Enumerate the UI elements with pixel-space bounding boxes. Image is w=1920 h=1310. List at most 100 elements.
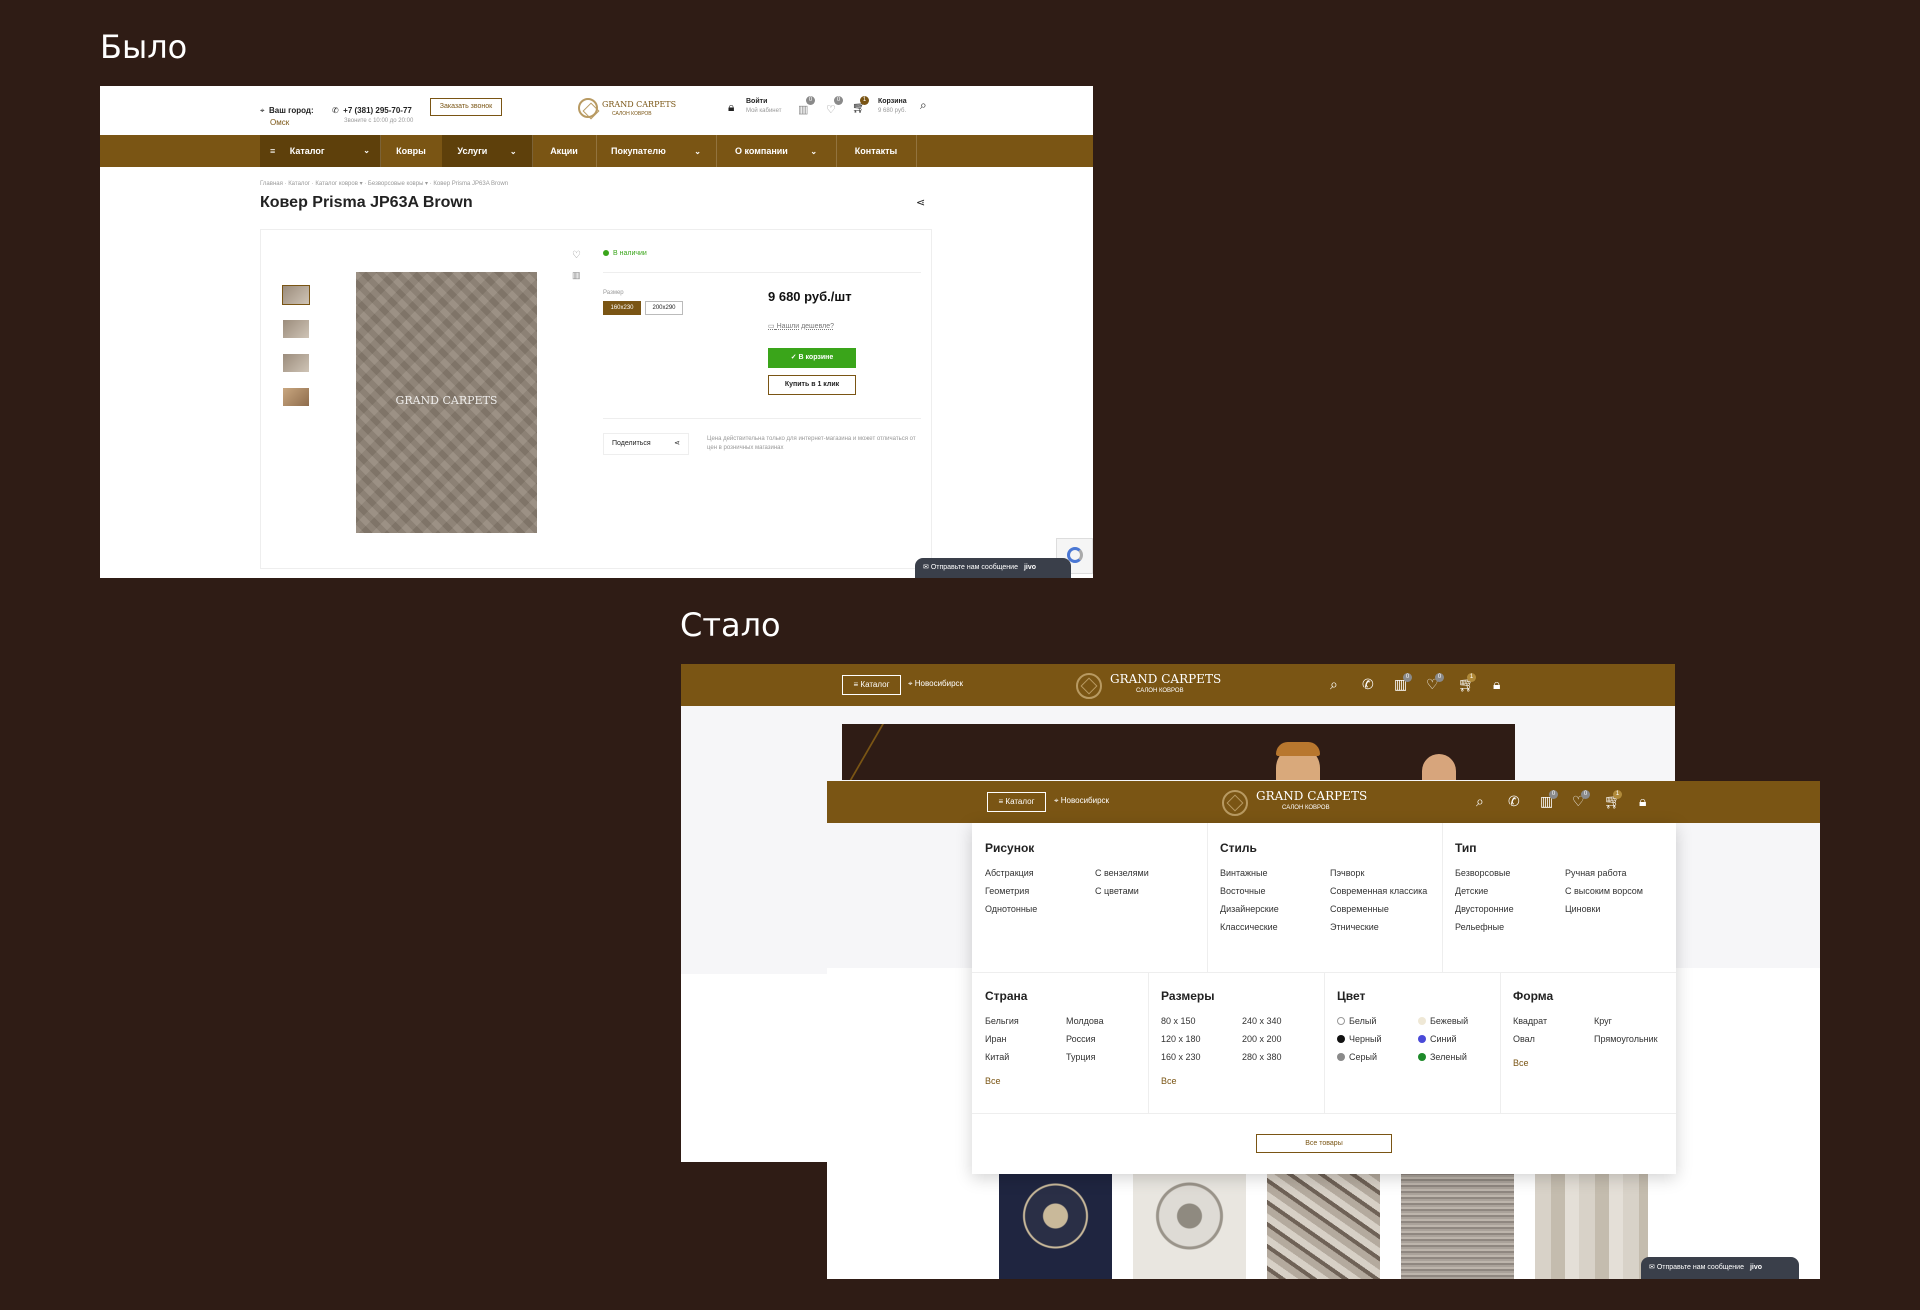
menu-link[interactable]: Квадрат bbox=[1513, 1016, 1547, 1026]
menu-link[interactable]: Циновки bbox=[1565, 904, 1600, 914]
menu-link[interactable]: С вензелями bbox=[1095, 868, 1149, 878]
nav-contacts[interactable]: Контакты bbox=[836, 135, 917, 167]
compare-icon[interactable]: ▥ bbox=[572, 270, 581, 281]
menu-link[interactable]: Пэчворк bbox=[1330, 868, 1364, 878]
menu-all-link[interactable]: Все bbox=[985, 1076, 1001, 1086]
menu-link[interactable]: Винтажные bbox=[1220, 868, 1268, 878]
breadcrumb-item[interactable]: Каталог bbox=[288, 181, 310, 187]
compare-icon[interactable]: ▥ 0 bbox=[1540, 790, 1558, 810]
menu-link[interactable]: Круг bbox=[1594, 1016, 1612, 1026]
menu-link[interactable]: Двусторонние bbox=[1455, 904, 1514, 914]
share-icon[interactable]: ⋖ bbox=[916, 196, 925, 209]
menu-link[interactable]: Однотонные bbox=[985, 904, 1037, 914]
menu-link[interactable]: Дизайнерские bbox=[1220, 904, 1279, 914]
back-catalog-button[interactable]: ≡ Каталог bbox=[842, 675, 901, 695]
menu-link[interactable]: Геометрия bbox=[985, 886, 1029, 896]
product-card[interactable] bbox=[1535, 1174, 1648, 1279]
phone-icon[interactable]: ✆ bbox=[1508, 793, 1520, 810]
color-option[interactable]: Зеленый bbox=[1418, 1052, 1467, 1062]
menu-link[interactable]: 80 х 150 bbox=[1161, 1016, 1196, 1026]
menu-link[interactable]: 160 х 230 bbox=[1161, 1052, 1201, 1062]
menu-link[interactable]: С цветами bbox=[1095, 886, 1139, 896]
menu-link[interactable]: Безворсовые bbox=[1455, 868, 1510, 878]
nav-about[interactable]: О компании ⌄ bbox=[716, 135, 837, 167]
all-products-button[interactable]: Все товары bbox=[1256, 1134, 1392, 1153]
color-option[interactable]: Синий bbox=[1418, 1034, 1457, 1044]
search-icon[interactable]: ⌕ bbox=[1330, 676, 1338, 693]
menu-link[interactable]: 120 х 180 bbox=[1161, 1034, 1201, 1044]
catalog-button[interactable]: ≡ Каталог bbox=[987, 792, 1046, 812]
menu-link[interactable]: Восточные bbox=[1220, 886, 1265, 896]
old-phone-block[interactable]: ✆ +7 (381) 295-70-77 Звоните с 10:00 до … bbox=[332, 100, 413, 124]
menu-link[interactable]: Овал bbox=[1513, 1034, 1535, 1044]
product-card[interactable] bbox=[1401, 1174, 1514, 1279]
old-compare[interactable]: ▥ 0 bbox=[798, 96, 815, 116]
heart-icon[interactable]: ♡ 0 bbox=[1572, 790, 1590, 810]
menu-all-link[interactable]: Все bbox=[1161, 1076, 1177, 1086]
phone-icon[interactable]: ✆ bbox=[1362, 676, 1374, 693]
chat-widget[interactable]: ✉ Отправьте нам сообщение jivo bbox=[915, 558, 1071, 578]
share-button[interactable]: Поделиться ⋖ bbox=[603, 433, 689, 455]
size-option[interactable]: 200x290 bbox=[645, 301, 683, 315]
product-thumbnail[interactable] bbox=[283, 354, 309, 372]
lock-icon[interactable]: 🔒︎ bbox=[1493, 676, 1500, 693]
product-card[interactable] bbox=[1267, 1174, 1380, 1279]
menu-link[interactable]: Турция bbox=[1066, 1052, 1095, 1062]
nav-carpets[interactable]: Ковры bbox=[380, 135, 443, 167]
cart-icon[interactable]: 🛒︎ 1 bbox=[1604, 790, 1622, 810]
menu-link[interactable]: Иран bbox=[985, 1034, 1006, 1044]
one-click-button[interactable]: Купить в 1 клик bbox=[768, 375, 856, 395]
search-icon[interactable]: ⌕ bbox=[920, 98, 927, 113]
menu-link[interactable]: 200 х 200 bbox=[1242, 1034, 1282, 1044]
cart-icon[interactable]: 🛒︎ 1 bbox=[1458, 673, 1476, 693]
product-card[interactable] bbox=[999, 1174, 1112, 1279]
menu-link[interactable]: Абстракция bbox=[985, 868, 1034, 878]
menu-link[interactable]: Современные bbox=[1330, 904, 1389, 914]
nav-sales[interactable]: Акции bbox=[532, 135, 597, 167]
lock-icon[interactable]: 🔒︎ bbox=[1639, 793, 1646, 810]
in-cart-button[interactable]: ✓ В корзине bbox=[768, 348, 856, 368]
color-option[interactable]: Серый bbox=[1337, 1052, 1377, 1062]
color-option[interactable]: Белый bbox=[1337, 1016, 1376, 1026]
menu-link[interactable]: Китай bbox=[985, 1052, 1009, 1062]
product-image[interactable]: GRAND CARPETS bbox=[356, 272, 537, 533]
menu-link[interactable]: Прямоугольник bbox=[1594, 1034, 1658, 1044]
hero-banner[interactable] bbox=[809, 724, 1515, 780]
menu-link[interactable]: Рельефные bbox=[1455, 922, 1504, 932]
old-cart[interactable]: 🛒︎ 1 Корзина 9 680 руб. bbox=[852, 96, 907, 116]
size-option-selected[interactable]: 160x230 bbox=[603, 301, 641, 315]
old-city-block[interactable]: ⌖ Ваш город: Омск bbox=[260, 100, 314, 127]
product-thumbnail[interactable] bbox=[283, 320, 309, 338]
search-icon[interactable]: ⌕ bbox=[1476, 793, 1484, 810]
nav-services[interactable]: Услуги ⌄ bbox=[442, 135, 533, 167]
menu-link[interactable]: Молдова bbox=[1066, 1016, 1104, 1026]
menu-link[interactable]: 240 х 340 bbox=[1242, 1016, 1282, 1026]
menu-link[interactable]: Современная классика bbox=[1330, 886, 1427, 896]
breadcrumb-item[interactable]: Каталог ковров bbox=[315, 181, 358, 187]
cheaper-link[interactable]: ▭ Нашли дешевле? bbox=[768, 322, 834, 330]
breadcrumb-item[interactable]: Безворсовые ковры bbox=[368, 181, 423, 187]
breadcrumb-item[interactable]: Главная bbox=[260, 181, 283, 187]
chat-widget[interactable]: ✉ Отправьте нам сообщение jivo bbox=[1641, 1257, 1799, 1279]
menu-link[interactable]: Этнические bbox=[1330, 922, 1379, 932]
color-option[interactable]: Черный bbox=[1337, 1034, 1381, 1044]
menu-link[interactable]: Детские bbox=[1455, 886, 1488, 896]
menu-link[interactable]: Ручная работа bbox=[1565, 868, 1627, 878]
product-card[interactable] bbox=[1133, 1174, 1246, 1279]
product-thumbnail[interactable] bbox=[283, 388, 309, 406]
heart-icon[interactable]: ♡ 0 bbox=[1426, 673, 1444, 693]
city-selector[interactable]: ⌖ Новосибирск bbox=[1054, 796, 1109, 806]
callback-button[interactable]: Заказать звонок bbox=[430, 98, 502, 116]
nav-buyers[interactable]: Покупателю ⌄ bbox=[596, 135, 717, 167]
menu-link[interactable]: Классические bbox=[1220, 922, 1278, 932]
menu-link[interactable]: С высоким ворсом bbox=[1565, 886, 1643, 896]
nav-catalog[interactable]: ≡ Каталог ⌄ bbox=[260, 135, 381, 167]
menu-link[interactable]: Бельгия bbox=[985, 1016, 1019, 1026]
color-option[interactable]: Бежевый bbox=[1418, 1016, 1468, 1026]
heart-icon[interactable]: ♡ bbox=[572, 250, 581, 261]
menu-all-link[interactable]: Все bbox=[1513, 1058, 1529, 1068]
product-thumbnail[interactable] bbox=[282, 285, 310, 305]
menu-link[interactable]: Россия bbox=[1066, 1034, 1096, 1044]
back-city[interactable]: ⌖ Новосибирск bbox=[908, 679, 963, 689]
compare-icon[interactable]: ▥ 0 bbox=[1394, 673, 1412, 693]
